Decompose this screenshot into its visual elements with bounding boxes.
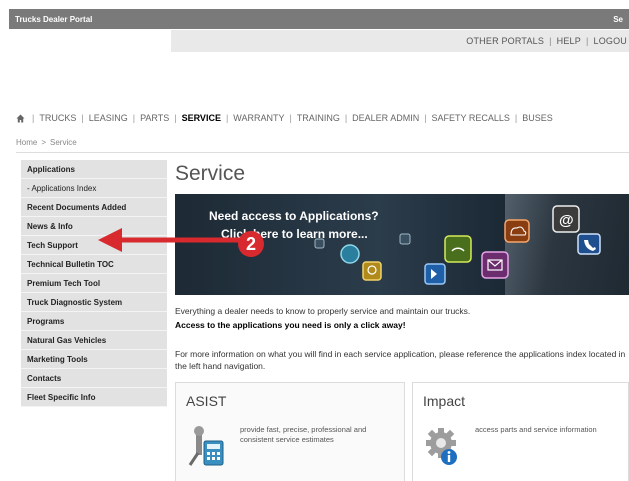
sidebar-item-news-info[interactable]: News & Info <box>21 217 167 236</box>
sidebar-item-marketing-tools[interactable]: Marketing Tools <box>21 350 167 369</box>
home-icon[interactable] <box>16 114 25 123</box>
sidebar-item-applications[interactable]: Applications <box>21 160 167 179</box>
breadcrumb-home[interactable]: Home <box>16 138 37 147</box>
asist-card[interactable]: ASIST provide fast, precise, professiona… <box>175 382 405 481</box>
service-description: Everything a dealer needs to know to pro… <box>175 306 471 316</box>
nav-warranty[interactable]: WARRANTY <box>233 113 284 123</box>
nav-parts[interactable]: PARTS <box>140 113 169 123</box>
sidebar-item-programs[interactable]: Programs <box>21 312 167 331</box>
impact-title[interactable]: Impact <box>423 393 465 409</box>
other-portals-link[interactable]: OTHER PORTALS <box>466 36 544 46</box>
asist-title[interactable]: ASIST <box>186 393 226 409</box>
portal-topbar: Trucks Dealer Portal Se <box>9 9 629 29</box>
nav-safety-recalls[interactable]: SAFETY RECALLS <box>432 113 510 123</box>
left-navigation: Applications - Applications Index Recent… <box>21 160 167 407</box>
topbar-right-text[interactable]: Se <box>613 15 623 24</box>
sidebar-item-contacts[interactable]: Contacts <box>21 369 167 388</box>
impact-description: access parts and service information <box>475 425 597 434</box>
nav-training[interactable]: TRAINING <box>297 113 340 123</box>
service-reference-text: For more information on what you will fi… <box>175 349 626 371</box>
sidebar-item-recent-documents[interactable]: Recent Documents Added <box>21 198 167 217</box>
sidebar-item-premium-tech-tool[interactable]: Premium Tech Tool <box>21 274 167 293</box>
utility-links: OTHER PORTALS | HELP | LOGOU <box>171 30 629 52</box>
nav-dealer-admin[interactable]: DEALER ADMIN <box>352 113 419 123</box>
gear-info-icon <box>423 425 463 472</box>
help-link[interactable]: HELP <box>557 36 581 46</box>
banner-heading: Need access to Applications? <box>209 209 379 223</box>
sidebar-item-technical-bulletin-toc[interactable]: Technical Bulletin TOC <box>21 255 167 274</box>
page-title: Service <box>175 162 246 185</box>
nav-leasing[interactable]: LEASING <box>89 113 128 123</box>
sidebar-item-applications-index[interactable]: - Applications Index <box>21 179 167 198</box>
svg-text:@: @ <box>559 212 574 229</box>
service-tagline: Access to the applications you need is o… <box>175 320 406 330</box>
sidebar-item-truck-diagnostic-system[interactable]: Truck Diagnostic System <box>21 293 167 312</box>
main-nav: | TRUCKS | LEASING | PARTS | SERVICE | W… <box>16 113 553 123</box>
nav-trucks[interactable]: TRUCKS <box>39 113 76 123</box>
asist-description: provide fast, precise, professional and … <box>240 425 367 444</box>
nav-buses[interactable]: BUSES <box>522 113 553 123</box>
breadcrumb-separator: > <box>41 138 47 147</box>
sidebar-item-tech-support[interactable]: Tech Support <box>21 236 167 255</box>
breadcrumb-current: Service <box>50 138 77 147</box>
calculator-tools-icon <box>188 425 224 472</box>
nav-service[interactable]: SERVICE <box>182 113 221 123</box>
portal-title: Trucks Dealer Portal <box>15 14 93 24</box>
logout-link[interactable]: LOGOU <box>593 36 627 46</box>
breadcrumb: Home > Service <box>16 138 77 147</box>
step-number-badge: 2 <box>238 231 264 257</box>
sidebar-item-fleet-specific-info[interactable]: Fleet Specific Info <box>21 388 167 407</box>
sidebar-item-natural-gas-vehicles[interactable]: Natural Gas Vehicles <box>21 331 167 350</box>
header-divider <box>16 152 629 153</box>
impact-card[interactable]: Impact access parts and service informat… <box>412 382 629 481</box>
